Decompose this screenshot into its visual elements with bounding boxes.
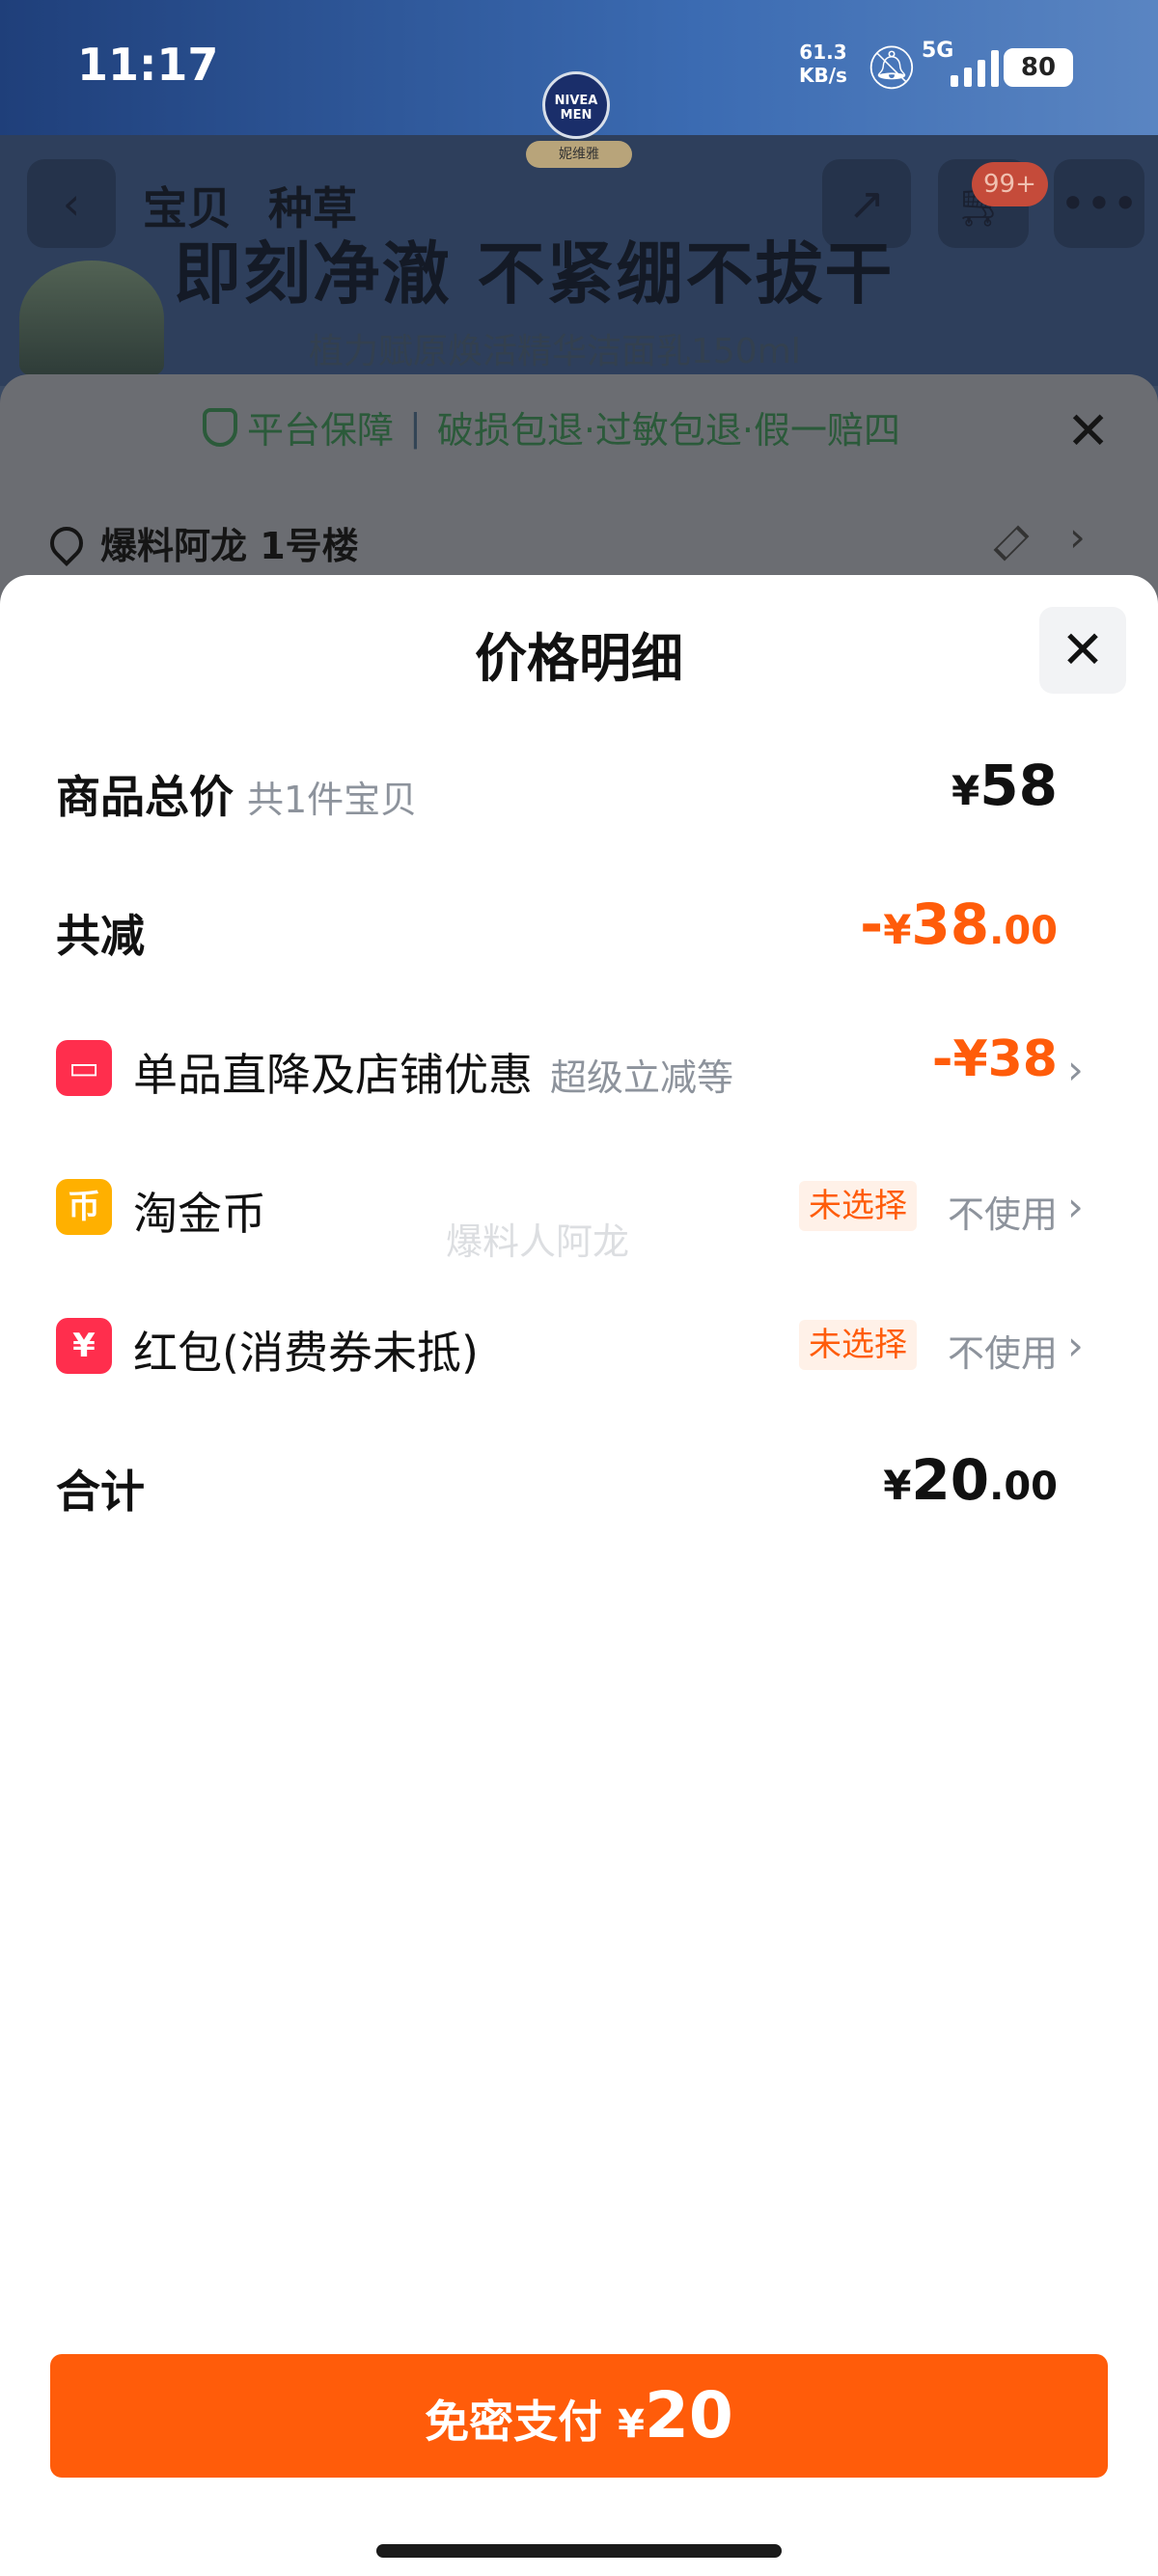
red-packet-icon: ¥ (56, 1318, 112, 1374)
guarantee-items: 破损包退·过敏包退·假一赔四 (436, 409, 900, 452)
shield-check-icon (203, 407, 237, 447)
close-icon: ✕ (1061, 619, 1105, 680)
total-currency: ¥ (951, 767, 980, 814)
cart-count-badge: 99+ (972, 162, 1048, 206)
reduction-integer: 38 (911, 891, 990, 957)
platform-guarantee: 平台保障 | 破损包退·过敏包退·假一赔四 (203, 400, 900, 453)
watermark: 爆料人阿龙 (446, 1220, 630, 1263)
close-icon: ✕ (1066, 400, 1111, 461)
chevron-right-icon[interactable]: › (1069, 513, 1086, 561)
reduction-decimal: .00 (989, 909, 1058, 953)
status-time: 11:17 (77, 39, 219, 91)
not-selected-badge: 未选择 (799, 1181, 917, 1231)
reduction-currency: ¥ (883, 906, 912, 953)
network-speed-unit: KB/s (799, 64, 847, 87)
home-indicator[interactable] (376, 2544, 782, 2558)
total-value: ¥58 (951, 753, 1058, 818)
total-price-row: 商品总价 共1件宝贝 ¥58 (0, 743, 1158, 839)
status-bar: 11:17 61.3 KB/s 🔕︎ 5G 80 (0, 0, 1158, 135)
sum-label: 合计 (56, 1466, 145, 1518)
pay-currency: ¥ (618, 2402, 645, 2447)
decorative-plant-image (19, 260, 164, 376)
sum-integer: 20 (911, 1447, 990, 1513)
price-detail-sheet: 价格明细 ✕ 商品总价 共1件宝贝 ¥58 共减 -¥38.00 ▭ 单品直降及店… (0, 575, 1158, 2576)
reduction-label: 共减 (56, 910, 145, 962)
sum-decimal: .00 (989, 1465, 1058, 1509)
network-speed: 61.3 KB/s (799, 41, 847, 87)
taojinbi-label: 淘金币 (133, 1188, 266, 1240)
guarantee-label: 平台保障 (247, 409, 395, 452)
location-pin-icon (42, 519, 91, 566)
list-item-store-discount[interactable]: ▭ 单品直降及店铺优惠 超级立减等 -¥38 › (0, 1019, 1158, 1115)
order-sheet-close-button[interactable]: ✕ (1066, 400, 1110, 461)
chevron-right-icon: › (1067, 1183, 1084, 1230)
total-label-text: 商品总价 (56, 771, 234, 823)
coin-icon: 币 (56, 1179, 112, 1235)
address-text: 爆料阿龙 1号楼 (100, 525, 359, 567)
hero-title: 即刻净澈 不紧绷不拔干 (174, 234, 895, 314)
sum-currency: ¥ (883, 1462, 912, 1509)
back-arrow-icon: ‹ (62, 178, 81, 230)
store-discount-label-text: 单品直降及店铺优惠 (133, 1049, 533, 1101)
store-discount-label: 单品直降及店铺优惠 超级立减等 (133, 1040, 733, 1104)
reduction-value: -¥38.00 (860, 891, 1058, 957)
reduction-row: 共减 -¥38.00 (0, 882, 1158, 978)
sum-value: ¥20.00 (883, 1447, 1058, 1513)
close-button[interactable]: ✕ (1039, 607, 1126, 694)
more-dots-icon: ••• (1060, 178, 1139, 230)
network-type: 5G (922, 39, 954, 63)
list-item-red-packet[interactable]: ¥ 红包(消费券未抵) 未选择 不使用 › (0, 1297, 1158, 1393)
red-packet-status: 不使用 (948, 1332, 1059, 1375)
pay-amount: 20 (645, 2378, 733, 2453)
battery-level: 80 (1020, 53, 1057, 82)
hero-subtitle: 植力赋原焕活精华洁面乳150ml (309, 332, 801, 371)
sum-row: 合计 ¥20.00 (0, 1438, 1158, 1534)
red-packet-label: 红包(消费券未抵) (133, 1327, 479, 1379)
battery-icon: 80 (1004, 48, 1073, 87)
store-discount-hint: 超级立减等 (550, 1056, 734, 1099)
store-discount-value: -¥38 (931, 1030, 1058, 1088)
back-button[interactable]: ‹ (27, 159, 116, 248)
signal-strength-icon (951, 48, 999, 87)
brand-logo-sub: 妮维雅 (526, 141, 632, 168)
mute-bell-icon: 🔕︎ (865, 43, 919, 93)
delivery-address[interactable]: 爆料阿龙 1号楼 (42, 516, 359, 569)
not-selected-badge: 未选择 (799, 1320, 917, 1370)
store-discount-icon: ▭ (56, 1040, 112, 1096)
chevron-right-icon: › (1067, 1322, 1084, 1369)
sheet-title: 价格明细 (475, 628, 683, 689)
total-hint: 共1件宝贝 (247, 779, 418, 821)
taojinbi-status: 不使用 (948, 1193, 1059, 1236)
network-speed-value: 61.3 (799, 41, 847, 64)
more-button[interactable]: ••• (1054, 159, 1144, 248)
total-label: 商品总价 共1件宝贝 (56, 762, 417, 826)
total-amount: 58 (979, 753, 1058, 818)
reduction-sign: - (860, 891, 884, 957)
pay-button[interactable]: 免密支付 ¥20 (50, 2354, 1108, 2478)
pay-button-label: 免密支付 (425, 2396, 603, 2448)
chevron-right-icon: › (1067, 1046, 1084, 1093)
guarantee-divider: | (409, 405, 422, 449)
